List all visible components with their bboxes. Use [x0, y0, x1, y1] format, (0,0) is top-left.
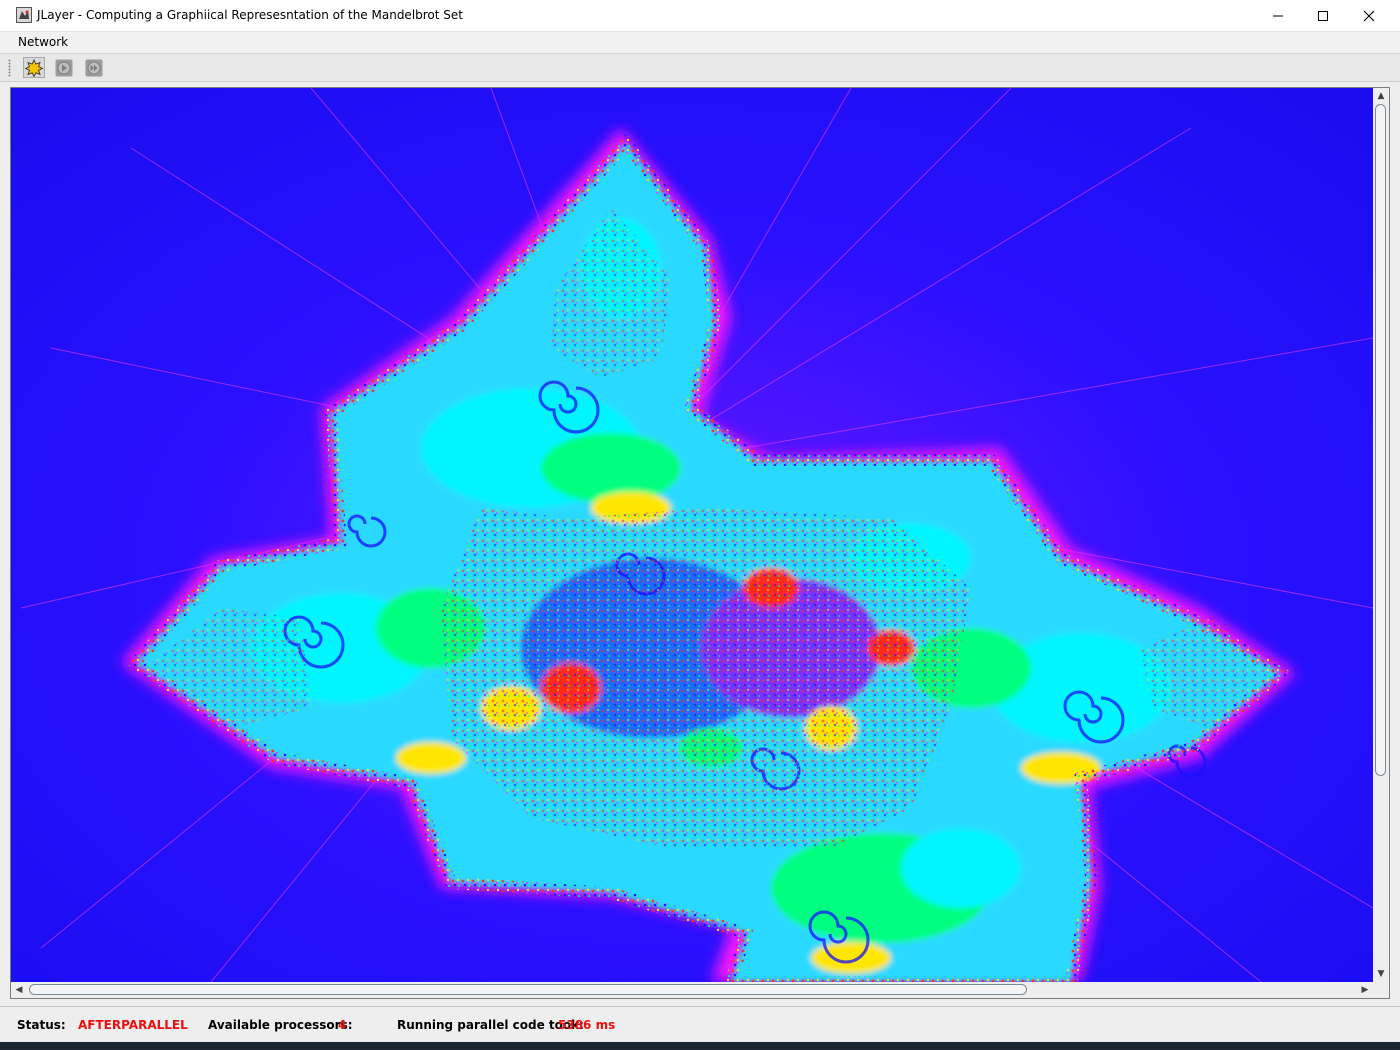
toolbar	[0, 53, 1400, 82]
status-bar: Status: AFTERPARALLEL Available processo…	[0, 1006, 1400, 1043]
scroll-up-arrow-icon[interactable]: ▲	[1373, 88, 1389, 104]
processors-label: Available processors:	[208, 1018, 353, 1032]
app-window: JLayer - Computing a Graphiical Represes…	[0, 0, 1400, 1043]
app-icon	[16, 7, 32, 23]
minimize-icon	[1273, 15, 1283, 16]
menu-network[interactable]: Network	[18, 35, 68, 49]
horizontal-scroll-thumb[interactable]	[29, 984, 1027, 995]
run-button[interactable]	[53, 57, 75, 78]
minimize-button[interactable]	[1255, 0, 1301, 31]
maximize-icon	[1318, 10, 1328, 21]
compute-icon	[25, 58, 43, 77]
scroll-right-arrow-icon[interactable]: ▶	[1357, 982, 1373, 998]
close-button[interactable]	[1346, 0, 1392, 31]
window-title: JLayer - Computing a Graphiical Represes…	[37, 8, 463, 22]
os-taskbar	[0, 1042, 1400, 1050]
close-icon	[1363, 10, 1375, 21]
scroll-left-arrow-icon[interactable]: ◀	[11, 982, 27, 998]
status-label: Status:	[17, 1018, 66, 1032]
timing-value: 5386 ms	[558, 1018, 616, 1032]
vertical-scrollbar[interactable]: ▲ ▼	[1373, 88, 1389, 982]
compute-button[interactable]	[23, 57, 45, 78]
run-parallel-button[interactable]	[83, 57, 105, 78]
horizontal-scrollbar[interactable]: ◀ ▶	[11, 982, 1373, 998]
maximize-button[interactable]	[1300, 0, 1346, 31]
scroll-down-arrow-icon[interactable]: ▼	[1373, 966, 1389, 982]
toolbar-grip[interactable]	[8, 59, 11, 77]
fractal-scroll-pane: ▲ ▼ ◀ ▶	[10, 87, 1390, 999]
processors-value: 4	[338, 1018, 347, 1032]
mandelbrot-canvas[interactable]	[11, 88, 1373, 982]
title-bar[interactable]: JLayer - Computing a Graphiical Represes…	[0, 0, 1400, 32]
vertical-scroll-thumb[interactable]	[1375, 104, 1386, 776]
mandelbrot-fractal-image	[11, 88, 1373, 982]
timing-label: Running parallel code took:	[397, 1018, 584, 1032]
status-value: AFTERPARALLEL	[78, 1018, 188, 1032]
play-icon	[55, 59, 73, 76]
fast-forward-icon	[85, 59, 103, 76]
menu-bar: Network	[0, 32, 1400, 53]
